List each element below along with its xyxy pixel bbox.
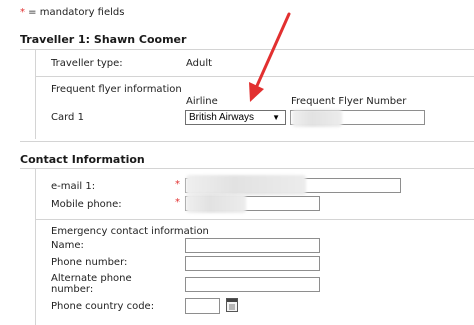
section-vertical-divider: [35, 168, 36, 325]
mobile-required-mark: *: [175, 197, 180, 208]
mandatory-legend-text: = mandatory fields: [25, 7, 125, 18]
section-divider: [20, 168, 474, 169]
email-required-mark: *: [175, 179, 180, 190]
traveller-type-value: Adult: [186, 58, 213, 69]
redacted-mobile: [186, 194, 246, 213]
phone-country-code-input[interactable]: [185, 298, 220, 314]
mandatory-legend: * = mandatory fields: [20, 7, 124, 18]
card-label: Card 1: [51, 112, 84, 123]
section-vertical-divider: [35, 49, 36, 139]
alternate-phone-input[interactable]: [185, 277, 320, 292]
section-divider: [20, 141, 474, 142]
traveller-type-label: Traveller type:: [51, 58, 123, 69]
emergency-name-label: Name:: [51, 240, 84, 251]
chevron-down-icon: ▼: [272, 113, 280, 122]
redacted-email: [186, 175, 306, 195]
phone-country-code-label: Phone country code:: [51, 301, 155, 312]
emergency-phone-input[interactable]: [185, 256, 320, 271]
airline-select[interactable]: British Airways ▼: [185, 110, 286, 125]
red-arrow-icon: [249, 12, 291, 102]
frequent-flyer-title: Frequent flyer information: [51, 84, 182, 95]
contact-heading: Contact Information: [20, 153, 145, 166]
calendar-icon[interactable]: [226, 298, 238, 312]
alternate-phone-label-line2: number:: [51, 284, 94, 295]
email-label: e-mail 1:: [51, 181, 96, 192]
alternate-phone-label-line1: Alternate phone: [51, 273, 132, 284]
ffnumber-column-header: Frequent Flyer Number: [291, 96, 407, 107]
redacted-ff-number: [292, 110, 342, 127]
subsection-divider: [35, 219, 474, 220]
emergency-phone-label: Phone number:: [51, 257, 128, 268]
mobile-phone-label: Mobile phone:: [51, 199, 122, 210]
airline-column-header: Airline: [186, 96, 218, 107]
airline-select-value: British Airways: [189, 112, 255, 123]
traveller-heading: Traveller 1: Shawn Coomer: [20, 33, 187, 46]
emergency-contact-title: Emergency contact information: [51, 226, 209, 237]
emergency-name-input[interactable]: [185, 238, 320, 253]
